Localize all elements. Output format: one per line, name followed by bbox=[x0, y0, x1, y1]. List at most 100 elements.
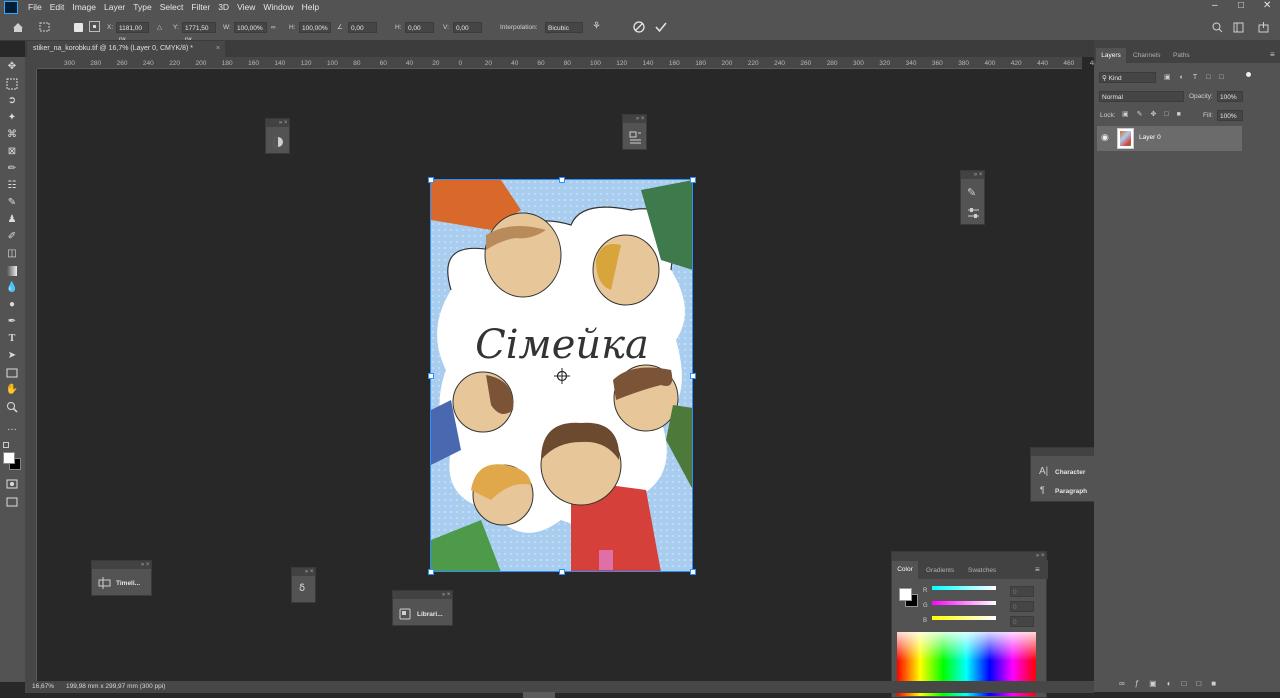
menu-file[interactable]: File bbox=[24, 2, 46, 12]
b-field[interactable]: 0 bbox=[1010, 616, 1034, 627]
tab-layers[interactable]: Layers bbox=[1096, 48, 1126, 63]
transform-handle-mr[interactable] bbox=[690, 373, 696, 379]
menu-window[interactable]: Window bbox=[259, 2, 297, 12]
menu-edit[interactable]: Edit bbox=[46, 2, 69, 12]
workspace-icon[interactable] bbox=[1233, 22, 1244, 33]
w-field[interactable]: 100,00% bbox=[234, 22, 267, 33]
more-tools-icon[interactable]: … bbox=[5, 421, 19, 435]
tab-paths[interactable]: Paths bbox=[1173, 52, 1190, 59]
menu-help[interactable]: Help bbox=[298, 2, 323, 12]
brush-settings-icon[interactable]: ✎ bbox=[967, 186, 976, 199]
transform-handle-tl[interactable] bbox=[428, 177, 434, 183]
dodge-tool-icon[interactable]: ● bbox=[5, 298, 19, 312]
r-slider[interactable] bbox=[932, 586, 996, 590]
home-icon[interactable] bbox=[12, 22, 24, 33]
g-field[interactable]: 0 bbox=[1010, 601, 1034, 612]
timeline-label[interactable]: Timeli... bbox=[116, 580, 140, 587]
fill-field[interactable]: 100% bbox=[1217, 110, 1243, 121]
reference-point-checkbox[interactable] bbox=[74, 23, 83, 32]
magic-wand-tool-icon[interactable]: ✦ bbox=[5, 111, 19, 125]
filter-kind-select[interactable]: ⚲ Kind bbox=[1099, 72, 1156, 83]
character-label[interactable]: Character bbox=[1055, 469, 1085, 476]
close-tab-icon[interactable]: × bbox=[216, 41, 220, 57]
layers-footer-icons[interactable]: ∞ƒ▣◐□□■ bbox=[1119, 679, 1226, 688]
hand-tool-icon[interactable]: ✋ bbox=[5, 383, 19, 397]
panel-menu-icon[interactable]: ≡ bbox=[1035, 565, 1040, 574]
photoshop-logo-icon[interactable] bbox=[4, 1, 18, 14]
layer-row[interactable]: ◉ Layer 0 bbox=[1097, 126, 1242, 151]
foreground-color-swatch[interactable] bbox=[3, 452, 15, 464]
lasso-tool-icon[interactable]: ➲ bbox=[5, 94, 19, 108]
layer-name[interactable]: Layer 0 bbox=[1139, 134, 1161, 141]
angle-field[interactable]: 0,00 bbox=[348, 22, 377, 33]
quick-mask-icon[interactable] bbox=[5, 477, 19, 491]
adjustments-icon[interactable] bbox=[272, 136, 284, 148]
transform-handle-ml[interactable] bbox=[428, 373, 434, 379]
minimize-icon[interactable]: – bbox=[1212, 0, 1218, 11]
menu-type[interactable]: Type bbox=[129, 2, 155, 12]
warp-icon[interactable]: ⚘ bbox=[592, 21, 601, 32]
transform-handle-bc[interactable] bbox=[559, 569, 565, 575]
type-tool-icon[interactable]: T bbox=[5, 332, 19, 346]
menu-image[interactable]: Image bbox=[68, 2, 100, 12]
vskew-field[interactable]: 0,00 bbox=[453, 22, 482, 33]
tab-channels[interactable]: Channels bbox=[1133, 52, 1160, 59]
hskew-field[interactable]: 0,00 bbox=[405, 22, 434, 33]
rectangle-tool-icon[interactable] bbox=[5, 366, 19, 380]
blur-tool-icon[interactable]: 💧 bbox=[5, 281, 19, 295]
transform-handle-bl[interactable] bbox=[428, 569, 434, 575]
lock-icons[interactable]: ▣✎✥□■ bbox=[1122, 110, 1189, 118]
menu-layer[interactable]: Layer bbox=[100, 2, 129, 12]
brush-tool-icon[interactable]: ✎ bbox=[5, 196, 19, 210]
menu-3d[interactable]: 3D bbox=[214, 2, 233, 12]
pen-tool-icon[interactable]: ✒ bbox=[5, 315, 19, 329]
frame-tool-icon[interactable]: ⊠ bbox=[5, 145, 19, 159]
transform-tool-icon[interactable] bbox=[38, 21, 51, 33]
document-info[interactable]: 199,98 mm x 299,97 mm (300 ppi) bbox=[66, 683, 165, 690]
zoom-level[interactable]: 16,67% bbox=[32, 683, 54, 690]
zoom-tool-icon[interactable] bbox=[5, 400, 19, 414]
eyedropper-tool-icon[interactable]: ✏ bbox=[5, 162, 19, 176]
transform-handle-tr[interactable] bbox=[690, 177, 696, 183]
healing-brush-tool-icon[interactable]: ☷ bbox=[5, 179, 19, 193]
tool-presets-icon[interactable] bbox=[967, 207, 980, 219]
tab-gradients[interactable]: Gradients bbox=[926, 567, 954, 574]
close-icon[interactable]: ✕ bbox=[1263, 0, 1271, 11]
tab-swatches[interactable]: Swatches bbox=[968, 567, 996, 574]
reference-point-grid-icon[interactable] bbox=[89, 21, 100, 32]
x-field[interactable]: 1181,00 px bbox=[116, 22, 149, 43]
eraser-tool-icon[interactable]: ◫ bbox=[5, 247, 19, 261]
character-icon[interactable]: A| bbox=[1039, 466, 1048, 477]
share-icon[interactable] bbox=[1258, 22, 1269, 33]
history-brush-tool-icon[interactable]: ✐ bbox=[5, 230, 19, 244]
document-tab[interactable]: stiker_na_korobku.tif @ 16,7% (Layer 0, … bbox=[27, 41, 225, 57]
search-icon[interactable] bbox=[1212, 22, 1223, 33]
r-field[interactable]: 0 bbox=[1010, 586, 1034, 597]
libraries-icon[interactable] bbox=[399, 608, 411, 620]
maximize-icon[interactable]: □ bbox=[1238, 0, 1244, 11]
paragraph-icon[interactable]: ¶ bbox=[1040, 485, 1045, 495]
opacity-field[interactable]: 100% bbox=[1217, 91, 1243, 102]
gradient-tool-icon[interactable] bbox=[5, 264, 19, 278]
interpolation-select[interactable]: Bicubic bbox=[545, 22, 583, 33]
filter-toggle-icon[interactable] bbox=[1246, 72, 1251, 77]
timeline-icon[interactable] bbox=[98, 577, 111, 589]
crop-tool-icon[interactable]: ⌘ bbox=[5, 128, 19, 142]
h-field[interactable]: 100,00% bbox=[299, 22, 331, 33]
paragraph-label[interactable]: Paragraph bbox=[1055, 488, 1087, 495]
path-selection-tool-icon[interactable]: ➤ bbox=[5, 349, 19, 363]
color-fg-swatch[interactable] bbox=[899, 588, 912, 601]
transform-handle-tc[interactable] bbox=[559, 177, 565, 183]
screen-mode-icon[interactable] bbox=[5, 495, 19, 509]
transform-center-icon[interactable] bbox=[554, 368, 570, 384]
g-slider[interactable] bbox=[932, 601, 996, 605]
default-colors-icon[interactable] bbox=[3, 442, 9, 448]
properties-icon[interactable] bbox=[629, 131, 642, 144]
cancel-transform-icon[interactable] bbox=[633, 21, 645, 33]
layer-thumbnail[interactable] bbox=[1117, 128, 1134, 149]
libraries-label[interactable]: Librari... bbox=[417, 611, 443, 618]
b-slider[interactable] bbox=[932, 616, 996, 620]
scroll-handle[interactable] bbox=[523, 692, 555, 698]
blend-mode-select[interactable]: Normal bbox=[1099, 91, 1184, 102]
y-field[interactable]: 1771,50 px bbox=[182, 22, 216, 43]
